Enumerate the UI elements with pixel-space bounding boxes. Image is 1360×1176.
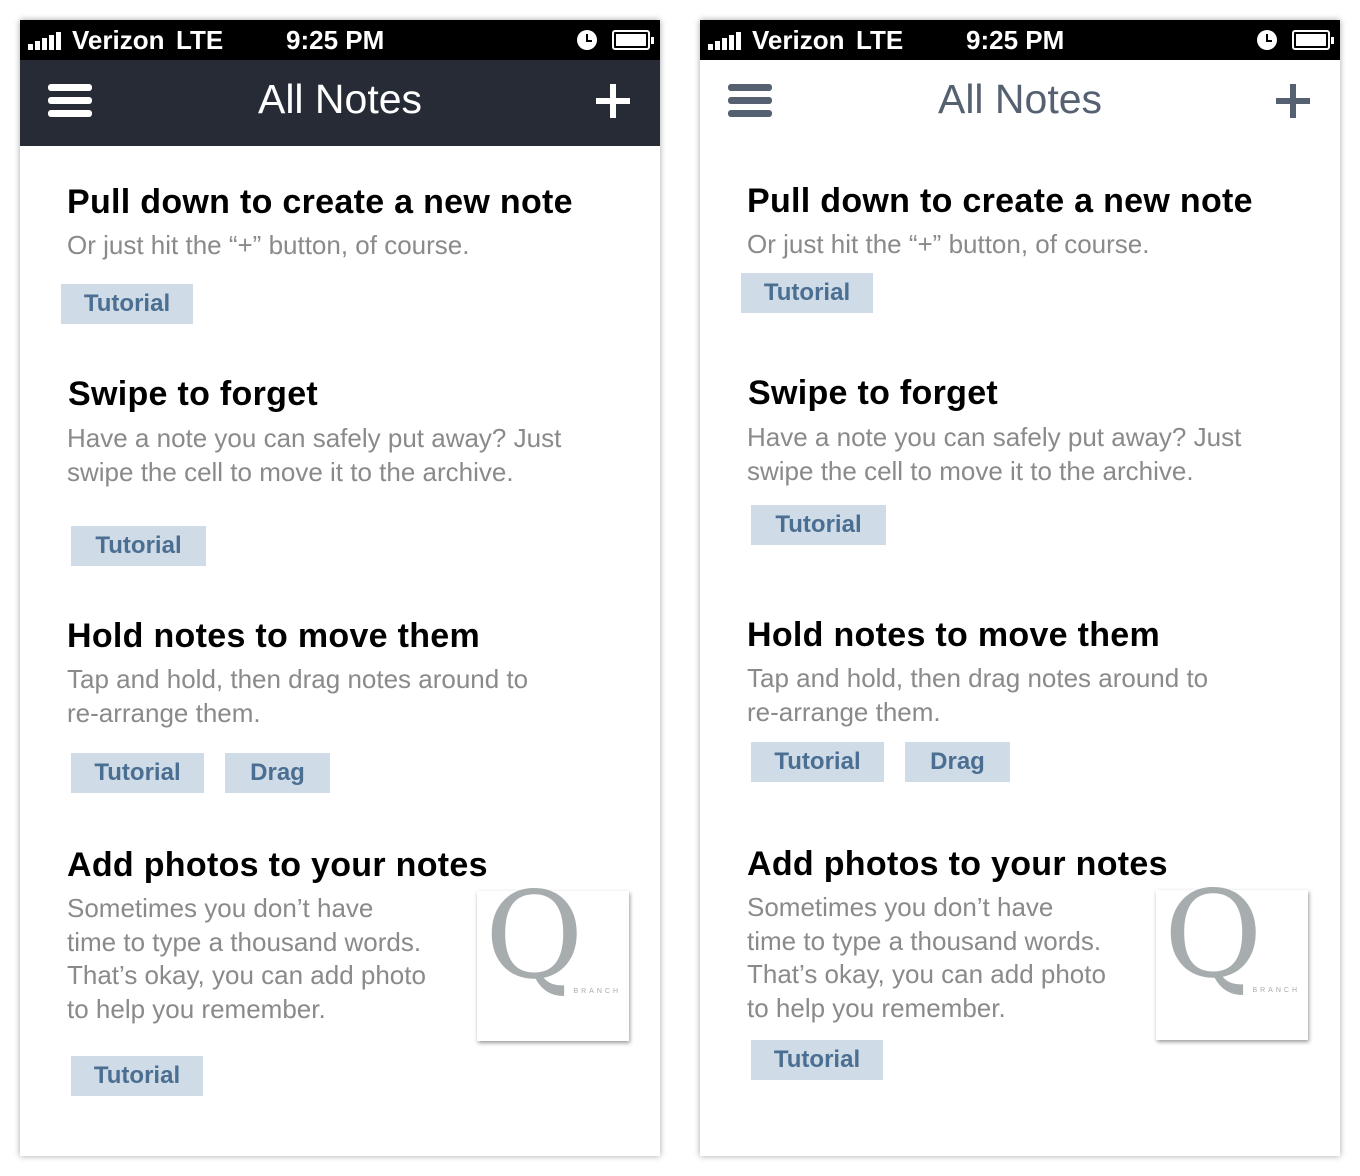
note-body-line: time to type a thousand words. (67, 927, 422, 957)
tag-tutorial[interactable]: Tutorial (751, 742, 884, 782)
note-body-line: That’s okay, you can add photo (67, 960, 426, 990)
navigation-bar: All Notes (20, 60, 660, 146)
carrier-name: Verizon (752, 25, 845, 55)
note-title[interactable]: Hold notes to move them (747, 616, 1160, 655)
q-branch-logo-icon: Q (1164, 866, 1263, 1005)
alarm-clock-icon (577, 30, 597, 50)
tag-tutorial[interactable]: Tutorial (71, 753, 204, 793)
add-note-button[interactable] (1276, 84, 1310, 118)
tag-drag[interactable]: Drag (905, 742, 1010, 782)
note-body-line: Tap and hold, then drag notes around to (67, 664, 529, 694)
signal-strength-icon (708, 30, 748, 50)
status-time: 9:25 PM (286, 25, 385, 55)
phone-screen-dark-nav: Verizon LTE 9:25 PM All Notes Pull down … (20, 20, 660, 1156)
note-body-line: Or just hit the “+” button, of course. (747, 229, 1150, 259)
battery-icon (612, 30, 654, 50)
tag-tutorial[interactable]: Tutorial (71, 1056, 203, 1096)
note-title[interactable]: Add photos to your notes (67, 846, 488, 885)
carrier-name: Verizon (72, 25, 165, 55)
note-body-line: Have a note you can safely put away? Jus… (747, 422, 1242, 452)
note-title[interactable]: Hold notes to move them (67, 617, 480, 656)
note-photo-thumbnail[interactable]: Q BRANCH (1156, 876, 1308, 1040)
note-body-line: Sometimes you don’t have (747, 892, 1054, 922)
page-title: All Notes (257, 76, 423, 122)
navigation-bar: All Notes (700, 60, 1340, 146)
signal-strength-icon (28, 30, 68, 50)
status-bar: Verizon LTE 9:25 PM (20, 20, 660, 60)
hamburger-menu-icon[interactable] (48, 84, 92, 118)
hamburger-menu-icon[interactable] (728, 84, 772, 118)
q-branch-logo-text: BRANCH (573, 988, 621, 995)
add-note-button[interactable] (596, 84, 630, 118)
network-type: LTE (176, 25, 224, 55)
alarm-clock-icon (1257, 30, 1277, 50)
note-body-line: Tap and hold, then drag notes around to (747, 663, 1209, 693)
note-body-line: swipe the cell to move it to the archive… (67, 457, 514, 487)
note-body-line: swipe the cell to move it to the archive… (747, 456, 1194, 486)
note-body-line: re-arrange them. (747, 697, 941, 727)
tag-tutorial[interactable]: Tutorial (61, 284, 193, 324)
phone-screen-light-nav: Verizon LTE 9:25 PM All Notes Pull down … (700, 20, 1340, 1156)
tag-tutorial[interactable]: Tutorial (71, 526, 206, 566)
status-time: 9:25 PM (966, 25, 1065, 55)
battery-icon (1292, 30, 1334, 50)
note-body-line: Or just hit the “+” button, of course. (67, 230, 470, 260)
note-title[interactable]: Pull down to create a new note (67, 183, 573, 222)
note-title[interactable]: Add photos to your notes (747, 845, 1168, 884)
note-title[interactable]: Swipe to forget (748, 374, 998, 413)
status-bar: Verizon LTE 9:25 PM (700, 20, 1340, 60)
network-type: LTE (856, 25, 904, 55)
tag-drag[interactable]: Drag (225, 753, 330, 793)
page-title: All Notes (937, 76, 1103, 122)
note-title[interactable]: Swipe to forget (68, 375, 318, 414)
tag-tutorial[interactable]: Tutorial (741, 273, 873, 313)
note-body-line: to help you remember. (747, 993, 1006, 1023)
note-title[interactable]: Pull down to create a new note (747, 182, 1253, 221)
tag-tutorial[interactable]: Tutorial (751, 505, 886, 545)
tag-tutorial[interactable]: Tutorial (751, 1040, 883, 1080)
note-body-line: Sometimes you don’t have (67, 893, 374, 923)
note-body-line: re-arrange them. (67, 698, 261, 728)
q-branch-logo-icon: Q (485, 867, 584, 1006)
q-branch-logo-text: BRANCH (1252, 987, 1300, 994)
note-body-line: time to type a thousand words. (747, 926, 1102, 956)
note-body-line: to help you remember. (67, 994, 326, 1024)
note-body-line: That’s okay, you can add photo (747, 959, 1106, 989)
note-photo-thumbnail[interactable]: Q BRANCH (477, 877, 629, 1041)
note-body-line: Have a note you can safely put away? Jus… (67, 423, 562, 453)
